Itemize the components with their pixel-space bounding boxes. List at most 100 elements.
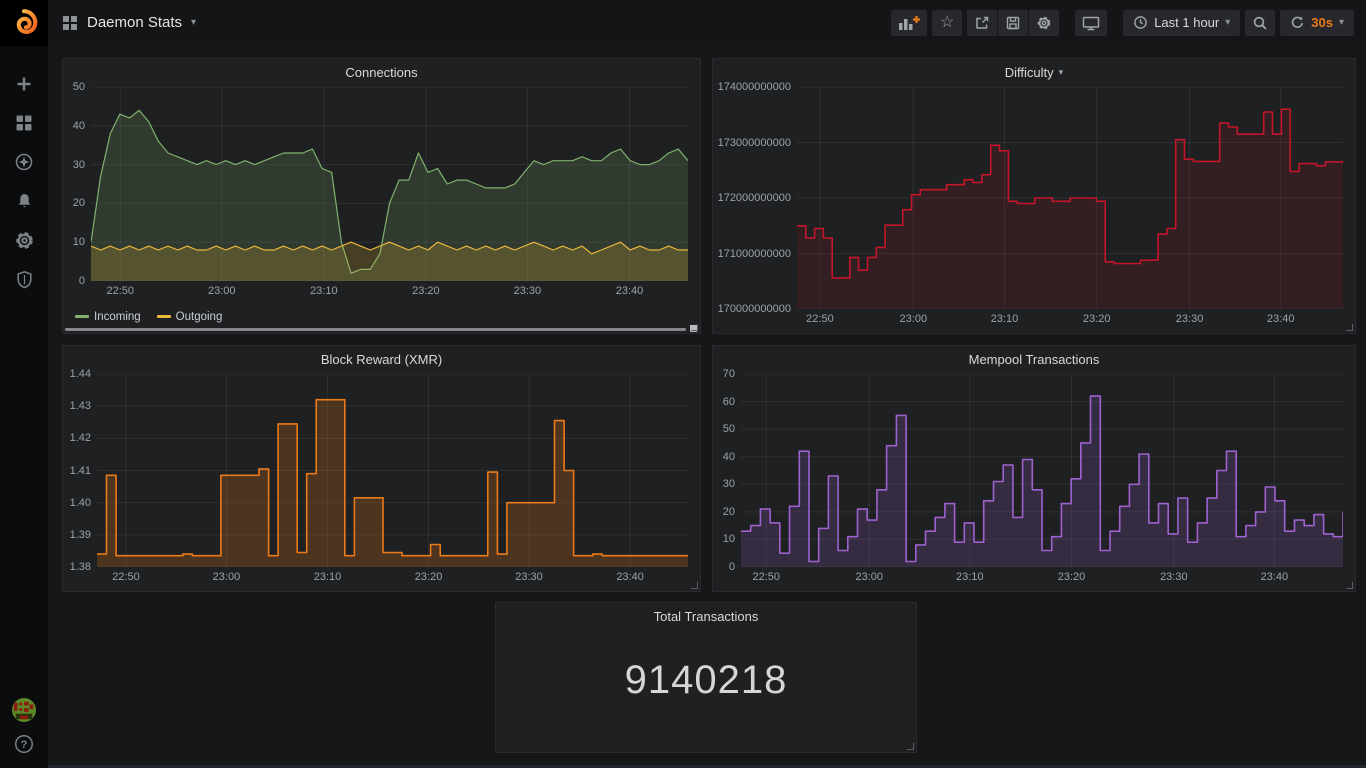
y-tick-label: 171000000000 [718,248,791,260]
panel-mempool: Mempool Transactions 010203040506070 22:… [712,345,1356,592]
y-tick-label: 1.38 [70,561,91,573]
y-tick-label: 172000000000 [718,192,791,204]
panel-title: Difficulty [1005,65,1054,80]
x-tick-label: 23:10 [314,571,342,583]
y-tick-label: 10 [723,533,735,545]
add-panel-button[interactable] [891,10,927,36]
x-tick-label: 23:10 [991,313,1019,325]
difficulty-chart [797,87,1343,309]
side-menu: ? [0,0,48,768]
gear-icon [14,230,35,251]
time-range-picker[interactable]: Last 1 hour ▾ [1123,10,1240,36]
panel-header-difficulty[interactable]: Difficulty ▾ [713,59,1355,85]
y-tick-label: 1.39 [70,529,91,541]
y-tick-label: 10 [73,236,85,248]
legend-item-outgoing[interactable]: Outgoing [157,311,223,323]
y-tick-label: 1.42 [70,432,91,444]
save-dashboard-button[interactable] [998,10,1028,36]
mempool-chart [741,374,1343,567]
x-tick-label: 22:50 [806,313,834,325]
y-tick-label: 1.41 [70,465,91,477]
user-avatar[interactable] [12,698,36,722]
y-tick-label: 1.40 [70,497,91,509]
horizontal-scrollbar[interactable] [65,328,686,331]
star-dashboard-button[interactable]: ☆ [932,10,962,36]
y-tick-label: 20 [73,197,85,209]
sidebar-item-server-admin[interactable] [12,267,36,291]
save-icon [1005,15,1021,31]
y-tick-label: 70 [723,368,735,380]
y-axis-labels: 01020304050 [69,87,91,281]
x-tick-label: 23:10 [956,571,984,583]
dashboard-caret-icon: ▾ [191,18,196,28]
x-axis-labels: 22:5023:0023:1023:2023:3023:40 [741,567,1343,587]
graph-connections: 01020304050 22:5023:0023:1023:2023:3023:… [69,87,688,301]
x-tick-label: 23:00 [213,571,241,583]
cycle-view-mode-button[interactable] [1075,10,1107,36]
block-reward-chart [97,374,688,567]
y-tick-label: 40 [723,451,735,463]
dashboard-settings-button[interactable] [1029,10,1059,36]
legend-label: Incoming [94,311,141,323]
plus-icon [14,74,34,94]
panel-header-mempool[interactable]: Mempool Transactions [713,346,1355,372]
y-axis-labels: 1700000000001710000000001720000000001730… [719,87,797,309]
x-axis-labels: 22:5023:0023:1023:2023:3023:40 [797,309,1343,329]
sidebar-item-explore[interactable] [12,150,36,174]
legend: Incoming Outgoing [75,309,222,324]
y-tick-label: 0 [79,275,85,287]
refresh-icon [1290,15,1305,30]
sidebar-item-create[interactable] [12,72,36,96]
plot-area [797,87,1343,309]
dashboard-nav[interactable]: Daemon Stats ▾ [62,14,196,31]
panel-header-connections[interactable]: Connections [63,59,700,85]
x-tick-label: 23:40 [1267,313,1295,325]
graph-difficulty: 1700000000001710000000001720000000001730… [719,87,1343,329]
y-tick-label: 30 [723,478,735,490]
panel-header-block-reward[interactable]: Block Reward (XMR) [63,346,700,372]
scrollbar-thumb[interactable] [690,325,697,332]
zoom-out-button[interactable] [1245,10,1275,36]
side-menu-items [12,72,36,291]
x-tick-label: 22:50 [753,571,781,583]
x-tick-label: 23:40 [1261,571,1289,583]
question-circle-icon: ? [13,733,35,755]
grafana-logo[interactable] [0,0,48,46]
x-tick-label: 23:20 [415,571,443,583]
panel-menu-caret-icon: ▾ [1059,67,1064,78]
x-tick-label: 23:30 [1176,313,1204,325]
monitor-icon [1082,15,1100,31]
sidebar-item-dashboards[interactable] [12,111,36,135]
refresh-picker[interactable]: 30s ▾ [1280,10,1354,36]
panel-title: Mempool Transactions [969,352,1100,367]
grafana-flame-icon [8,7,40,39]
y-tick-label: 20 [723,506,735,518]
y-tick-label: 174000000000 [718,81,791,93]
x-tick-label: 23:20 [1058,571,1086,583]
svg-text:?: ? [21,739,28,751]
graph-mempool: 010203040506070 22:5023:0023:1023:2023:3… [719,374,1343,587]
panel-header-total-transactions[interactable]: Total Transactions [496,603,916,629]
panel-total-transactions: Total Transactions 9140218 [495,602,917,753]
legend-label: Outgoing [176,311,223,323]
x-tick-label: 23:30 [514,285,542,297]
dashboards-grid-icon [14,113,34,133]
magnifier-icon [1252,15,1268,31]
x-tick-label: 22:50 [106,285,134,297]
x-tick-label: 22:50 [112,571,140,583]
sidebar-item-alerting[interactable] [12,189,36,213]
y-tick-label: 170000000000 [718,303,791,315]
refresh-caret-icon: ▾ [1339,18,1344,28]
x-axis-labels: 22:5023:0023:1023:2023:3023:40 [91,281,688,301]
legend-item-incoming[interactable]: Incoming [75,311,141,323]
sidebar-item-configuration[interactable] [12,228,36,252]
y-tick-label: 60 [723,396,735,408]
legend-color-icon [157,315,171,318]
share-dashboard-button[interactable] [967,10,997,36]
shield-icon [14,269,35,290]
top-navbar: Daemon Stats ▾ ☆ [48,0,1366,45]
panel-difficulty: Difficulty ▾ 170000000000 171000000000 172… [712,58,1356,334]
time-range-caret-icon: ▾ [1225,18,1230,28]
help-button[interactable]: ? [12,732,36,756]
dashboard-title[interactable]: Daemon Stats [87,14,182,31]
